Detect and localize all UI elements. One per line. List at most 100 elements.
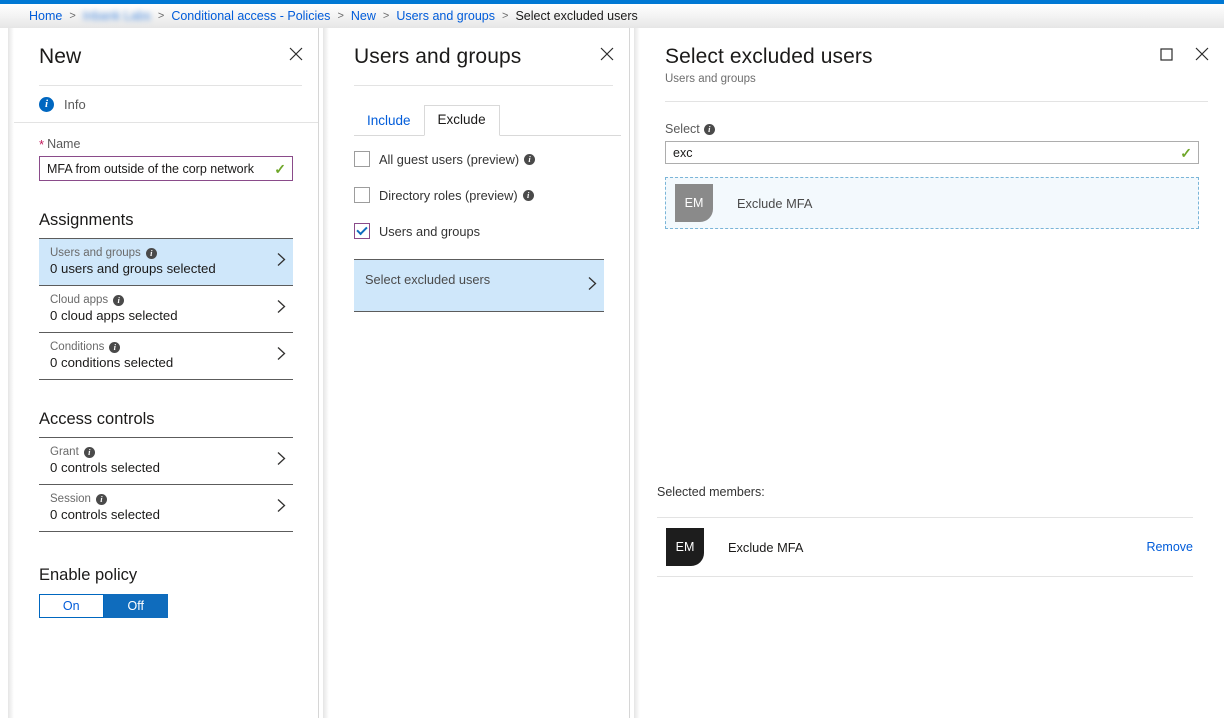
name-field-label: * Name xyxy=(39,137,293,151)
blade-select-title: Select excluded users xyxy=(665,45,873,68)
chevron-right-icon xyxy=(587,275,598,296)
enable-policy-option-off[interactable]: Off xyxy=(103,594,168,618)
selected-member-name: Exclude MFA xyxy=(728,539,804,555)
enable-policy-toggle: On Off xyxy=(39,594,168,618)
info-icon[interactable]: i xyxy=(83,446,95,458)
header-divider xyxy=(39,85,302,86)
breadcrumb-item-home[interactable]: Home xyxy=(29,9,62,23)
search-input-wrapper: ✓ xyxy=(665,141,1199,164)
search-input[interactable] xyxy=(666,142,1198,163)
nav-row-subtitle: 0 conditions selected xyxy=(50,355,174,370)
breadcrumb-item-conditional-access-policies[interactable]: Conditional access - Policies xyxy=(171,9,330,23)
required-marker: * xyxy=(39,136,45,152)
select-body: Select i ✓ EM Exclude MFA xyxy=(640,122,1224,229)
blade-users-title: Users and groups xyxy=(354,45,522,68)
header-divider xyxy=(665,101,1208,102)
chevron-right-icon xyxy=(276,498,287,519)
chevron-right-icon xyxy=(276,451,287,472)
checkbox-label-text: Users and groups xyxy=(379,223,481,239)
name-label-text: Name xyxy=(47,137,81,151)
checkbox-label: Users and groups xyxy=(379,224,480,239)
breadcrumb-separator: > xyxy=(337,10,344,22)
blade-new-right-edge xyxy=(318,28,319,718)
nav-row-title-text: Users and groups xyxy=(50,247,141,259)
blade-users-and-groups: Users and groups Include Exclude All gue… xyxy=(329,28,629,718)
nav-row-conditions[interactable]: Conditions i 0 conditions selected xyxy=(39,332,293,380)
blade-users-right-edge xyxy=(629,28,630,718)
exclude-options-list: All guest users (preview) i Directory ro… xyxy=(329,144,629,246)
info-icon[interactable]: i xyxy=(95,493,107,505)
nav-row-title-text: Conditions xyxy=(50,341,105,353)
checkbox-label-text: All guest users (preview) xyxy=(379,151,520,167)
breadcrumb-item-users-and-groups[interactable]: Users and groups xyxy=(396,9,495,23)
info-banner-label: Info xyxy=(64,96,86,112)
checkmark-icon: ✓ xyxy=(274,160,286,177)
info-icon[interactable]: i xyxy=(113,294,125,306)
chevron-right-icon xyxy=(276,299,287,320)
enable-policy-option-on[interactable]: On xyxy=(39,594,104,618)
breadcrumb-item-select-excluded-users: Select excluded users xyxy=(515,9,638,23)
nav-row-grant[interactable]: Grant i 0 controls selected xyxy=(39,437,293,484)
blade-new: New i Info * Name ✓ Assignments Users an… xyxy=(14,28,318,718)
access-controls-heading: Access controls xyxy=(39,410,155,428)
breadcrumb-item-new[interactable]: New xyxy=(351,9,376,23)
checkbox-directory-roles[interactable] xyxy=(354,187,370,203)
blade-users-header: Users and groups xyxy=(329,28,629,86)
info-banner[interactable]: i Info xyxy=(14,86,318,123)
tab-include[interactable]: Include xyxy=(354,107,424,136)
nav-row-title-text: Grant xyxy=(50,446,79,458)
close-icon[interactable] xyxy=(1192,44,1212,64)
include-exclude-tabs: Include Exclude xyxy=(354,105,621,136)
select-excluded-users-row[interactable]: Select excluded users xyxy=(354,259,604,312)
assignments-heading: Assignments xyxy=(39,211,134,229)
tab-exclude[interactable]: Exclude xyxy=(423,105,500,136)
enable-policy-section: Enable policy On Off xyxy=(14,566,318,618)
breadcrumb-item-tenant[interactable]: Inbank Labs xyxy=(83,9,151,23)
close-icon[interactable] xyxy=(286,44,306,64)
page-title: New xyxy=(39,45,82,68)
assignments-rows: Users and groups i 0 users and groups se… xyxy=(14,238,318,380)
info-icon[interactable]: i xyxy=(524,153,536,165)
nav-row-users-and-groups[interactable]: Users and groups i 0 users and groups se… xyxy=(39,238,293,285)
checkbox-row-users-and-groups[interactable]: Users and groups xyxy=(329,216,629,246)
breadcrumb-separator: > xyxy=(502,10,509,22)
chevron-right-icon xyxy=(276,252,287,273)
close-icon[interactable] xyxy=(597,44,617,64)
assignments-section: Assignments Users and groups i 0 users a… xyxy=(14,211,318,380)
remove-member-link[interactable]: Remove xyxy=(1146,540,1193,554)
avatar: EM xyxy=(666,528,704,566)
selected-member-row: EM Exclude MFA Remove xyxy=(657,517,1193,577)
checkbox-label-text: Directory roles (preview) xyxy=(379,187,518,203)
header-divider xyxy=(354,85,613,86)
nav-row-subtitle: 0 controls selected xyxy=(50,507,160,522)
nav-row-cloud-apps[interactable]: Cloud apps i 0 cloud apps selected xyxy=(39,285,293,332)
name-input-wrapper: ✓ xyxy=(39,156,293,181)
access-controls-section: Access controls Grant i 0 controls selec… xyxy=(14,410,318,532)
name-input[interactable] xyxy=(40,157,292,180)
search-result-name: Exclude MFA xyxy=(737,195,813,211)
nav-row-title: Users and groups i xyxy=(50,247,269,259)
maximize-icon[interactable] xyxy=(1156,44,1176,64)
checkbox-row-directory-roles[interactable]: Directory roles (preview) i xyxy=(329,180,629,210)
checkbox-label: Directory roles (preview) i xyxy=(379,188,534,203)
nav-row-subtitle: 0 cloud apps selected xyxy=(50,308,178,323)
info-icon[interactable]: i xyxy=(522,189,534,201)
info-icon[interactable]: i xyxy=(145,247,157,259)
select-label-text: Select xyxy=(665,122,700,136)
select-field-label: Select i xyxy=(665,122,1199,136)
breadcrumb-separator: > xyxy=(69,10,76,22)
checkbox-users-and-groups[interactable] xyxy=(354,223,370,239)
info-icon[interactable]: i xyxy=(109,341,121,353)
nav-row-title-text: Session xyxy=(50,493,91,505)
breadcrumb-separator: > xyxy=(382,10,390,22)
nav-row-session[interactable]: Session i 0 controls selected xyxy=(39,484,293,532)
info-icon[interactable]: i xyxy=(703,123,715,135)
nav-row-title: Grant i xyxy=(50,446,269,458)
blade-select-subtitle: Users and groups xyxy=(665,73,756,85)
checkbox-row-all-guest-users[interactable]: All guest users (preview) i xyxy=(329,144,629,174)
blade-new-header: New xyxy=(14,28,318,86)
nav-row-title: Conditions i xyxy=(50,341,269,353)
checkbox-all-guest-users[interactable] xyxy=(354,151,370,167)
nav-row-title: Session i xyxy=(50,493,269,505)
search-result-item[interactable]: EM Exclude MFA xyxy=(665,177,1199,229)
